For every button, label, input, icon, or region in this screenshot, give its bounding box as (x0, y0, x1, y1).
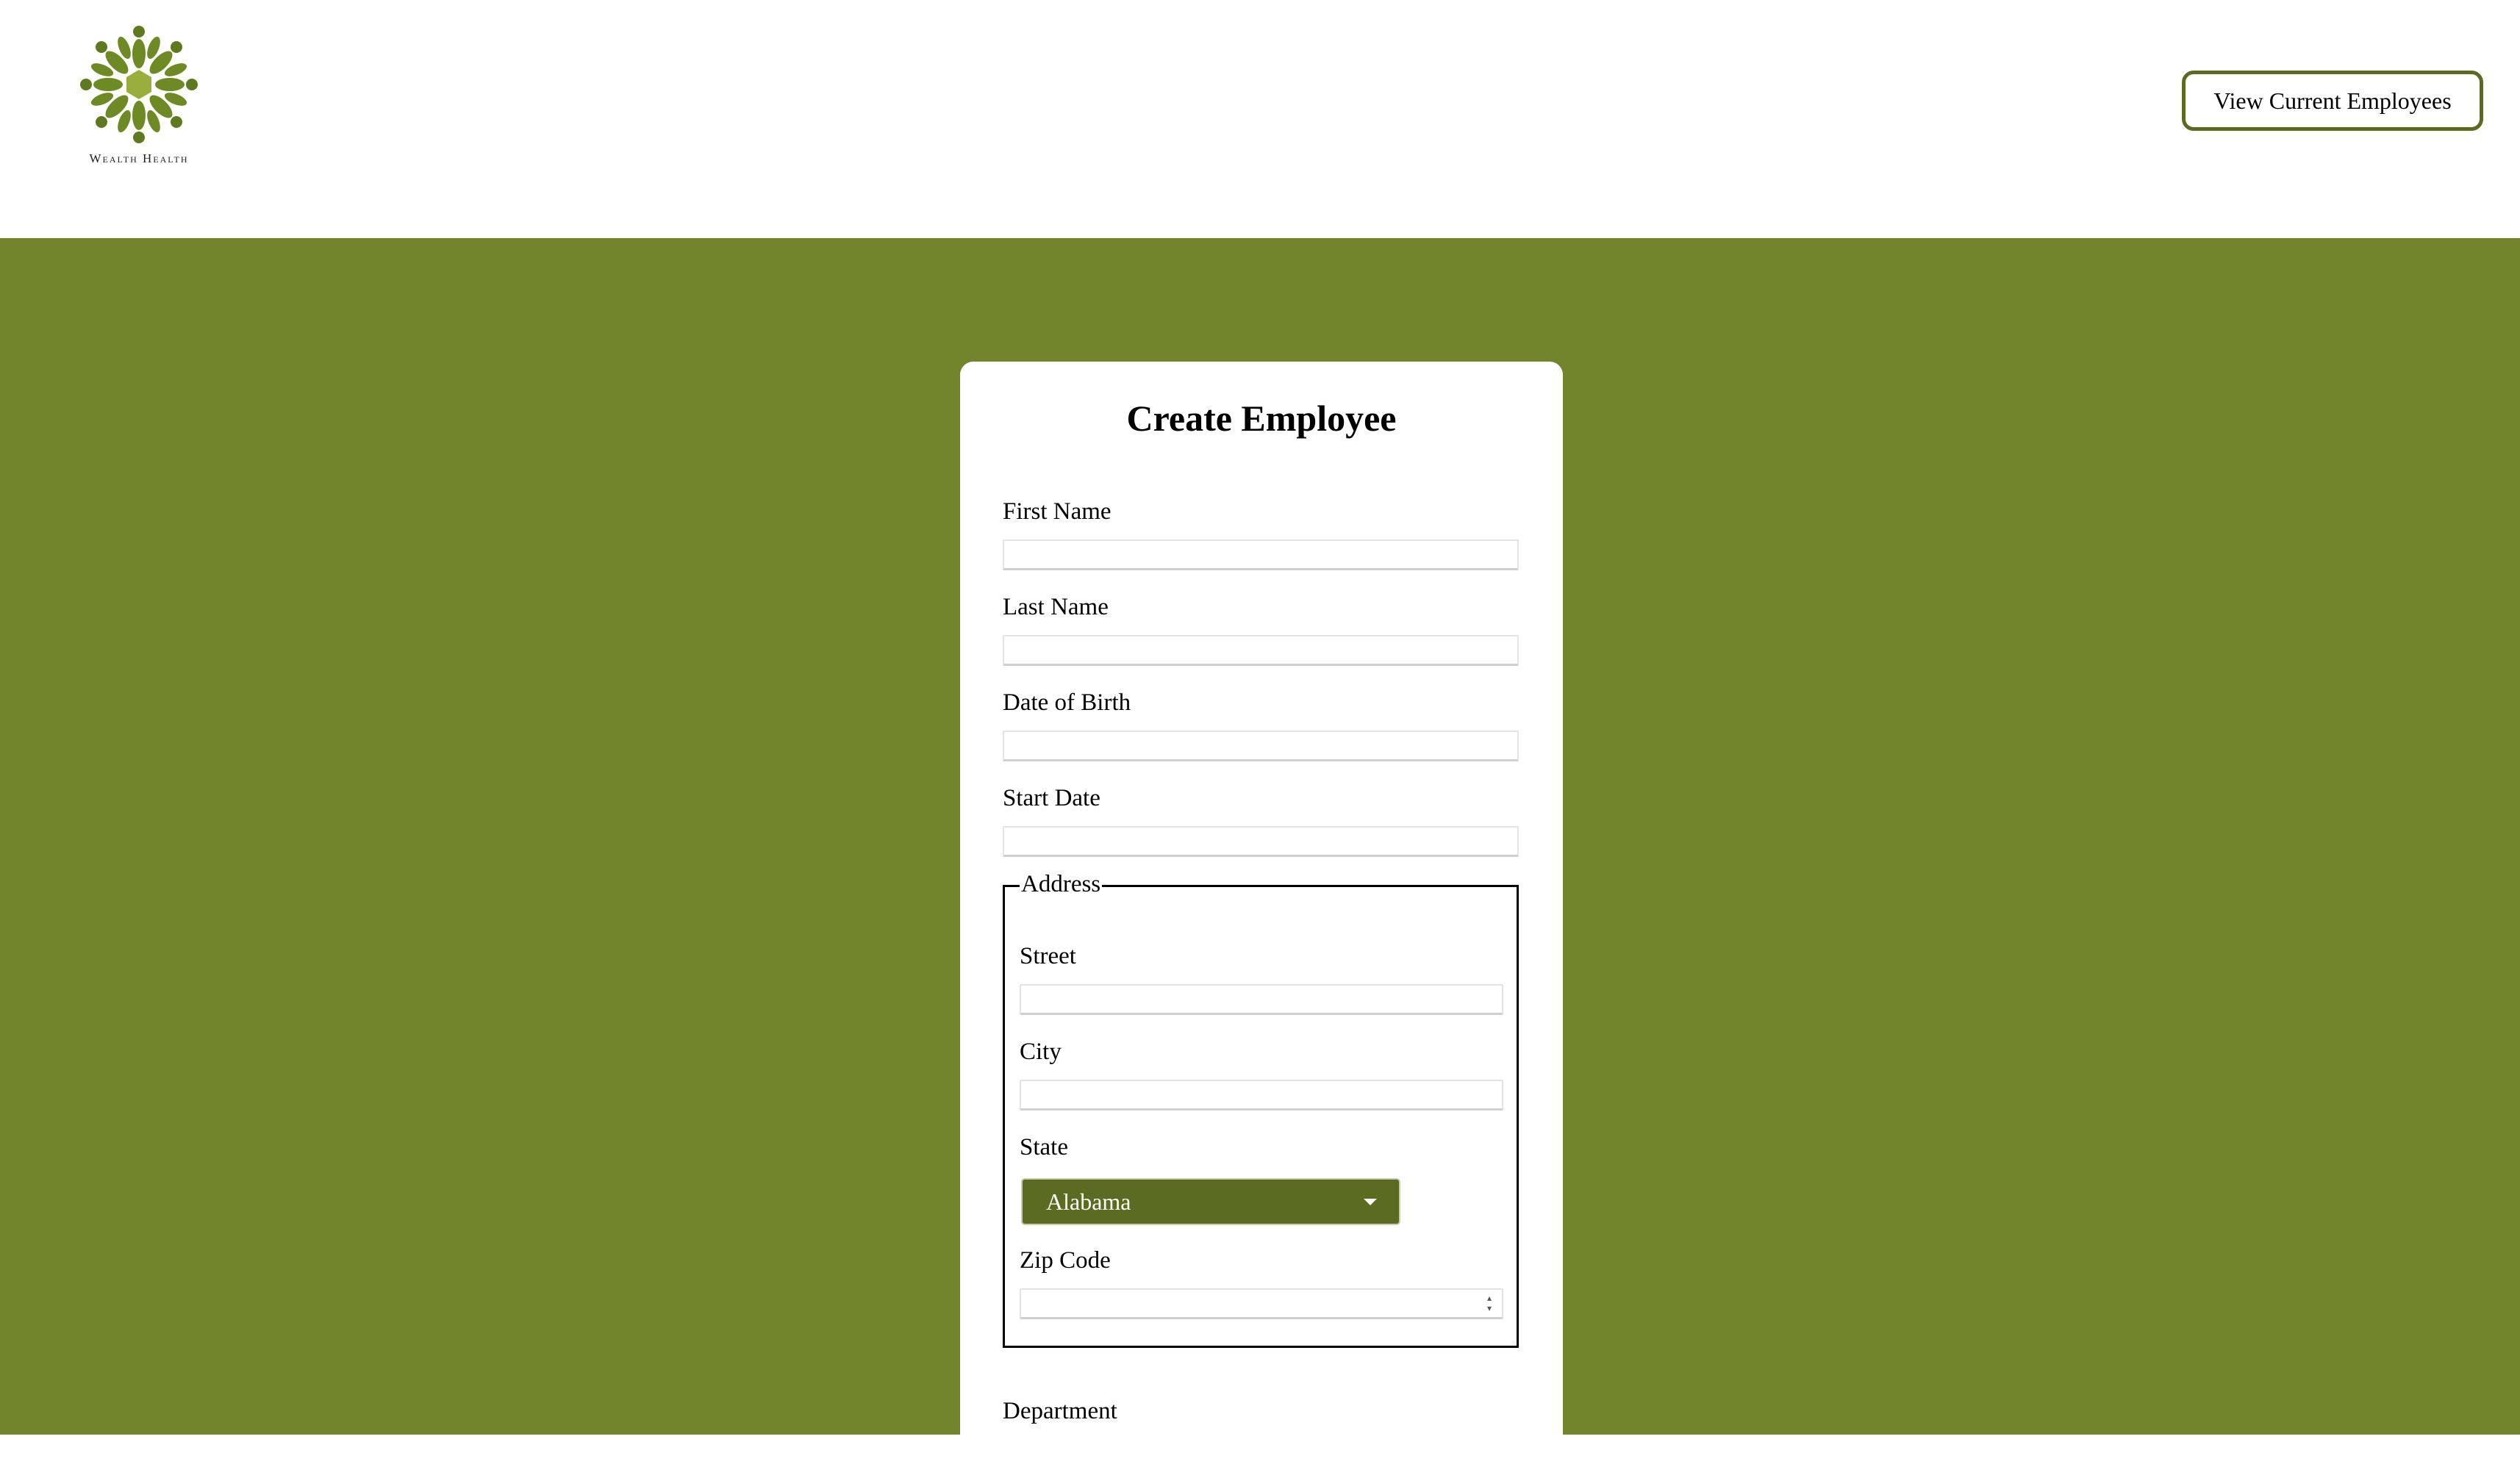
street-label: Street (1020, 943, 1076, 969)
street-input[interactable] (1020, 984, 1503, 1015)
date-of-birth-input[interactable] (1003, 731, 1519, 761)
state-selected-value: Alabama (1046, 1188, 1131, 1215)
view-current-employees-button[interactable]: View Current Employees (2182, 71, 2483, 131)
zip-code-input[interactable]: ▴ ▾ (1020, 1288, 1503, 1319)
city-input[interactable] (1020, 1080, 1503, 1110)
start-date-input[interactable] (1003, 826, 1519, 857)
address-fieldset: Address Street City State Alabama Zip Co… (1003, 871, 1519, 1348)
first-name-label: First Name (1003, 498, 1112, 525)
header: Wealth Health View Current Employees (0, 0, 2520, 238)
start-date-label: Start Date (1003, 785, 1100, 811)
last-name-input[interactable] (1003, 635, 1519, 666)
date-of-birth-label: Date of Birth (1003, 689, 1131, 716)
create-employee-form: Create Employee First Name Last Name Dat… (960, 362, 1563, 1464)
address-legend: Address (1020, 871, 1103, 898)
department-label: Department (1003, 1398, 1117, 1424)
wealth-health-logo[interactable]: Wealth Health (76, 22, 201, 169)
form-title: Create Employee (1126, 398, 1397, 439)
city-label: City (1020, 1038, 1062, 1065)
state-label: State (1020, 1134, 1068, 1160)
number-spinner-icon[interactable]: ▴ ▾ (1483, 1293, 1496, 1315)
logo-text: Wealth Health (89, 151, 189, 165)
first-name-input[interactable] (1003, 539, 1519, 570)
flower-logo-icon (80, 26, 198, 143)
chevron-down-icon (1364, 1199, 1377, 1205)
last-name-label: Last Name (1003, 594, 1109, 620)
state-select[interactable]: Alabama (1021, 1178, 1400, 1225)
zip-code-label: Zip Code (1020, 1247, 1111, 1274)
